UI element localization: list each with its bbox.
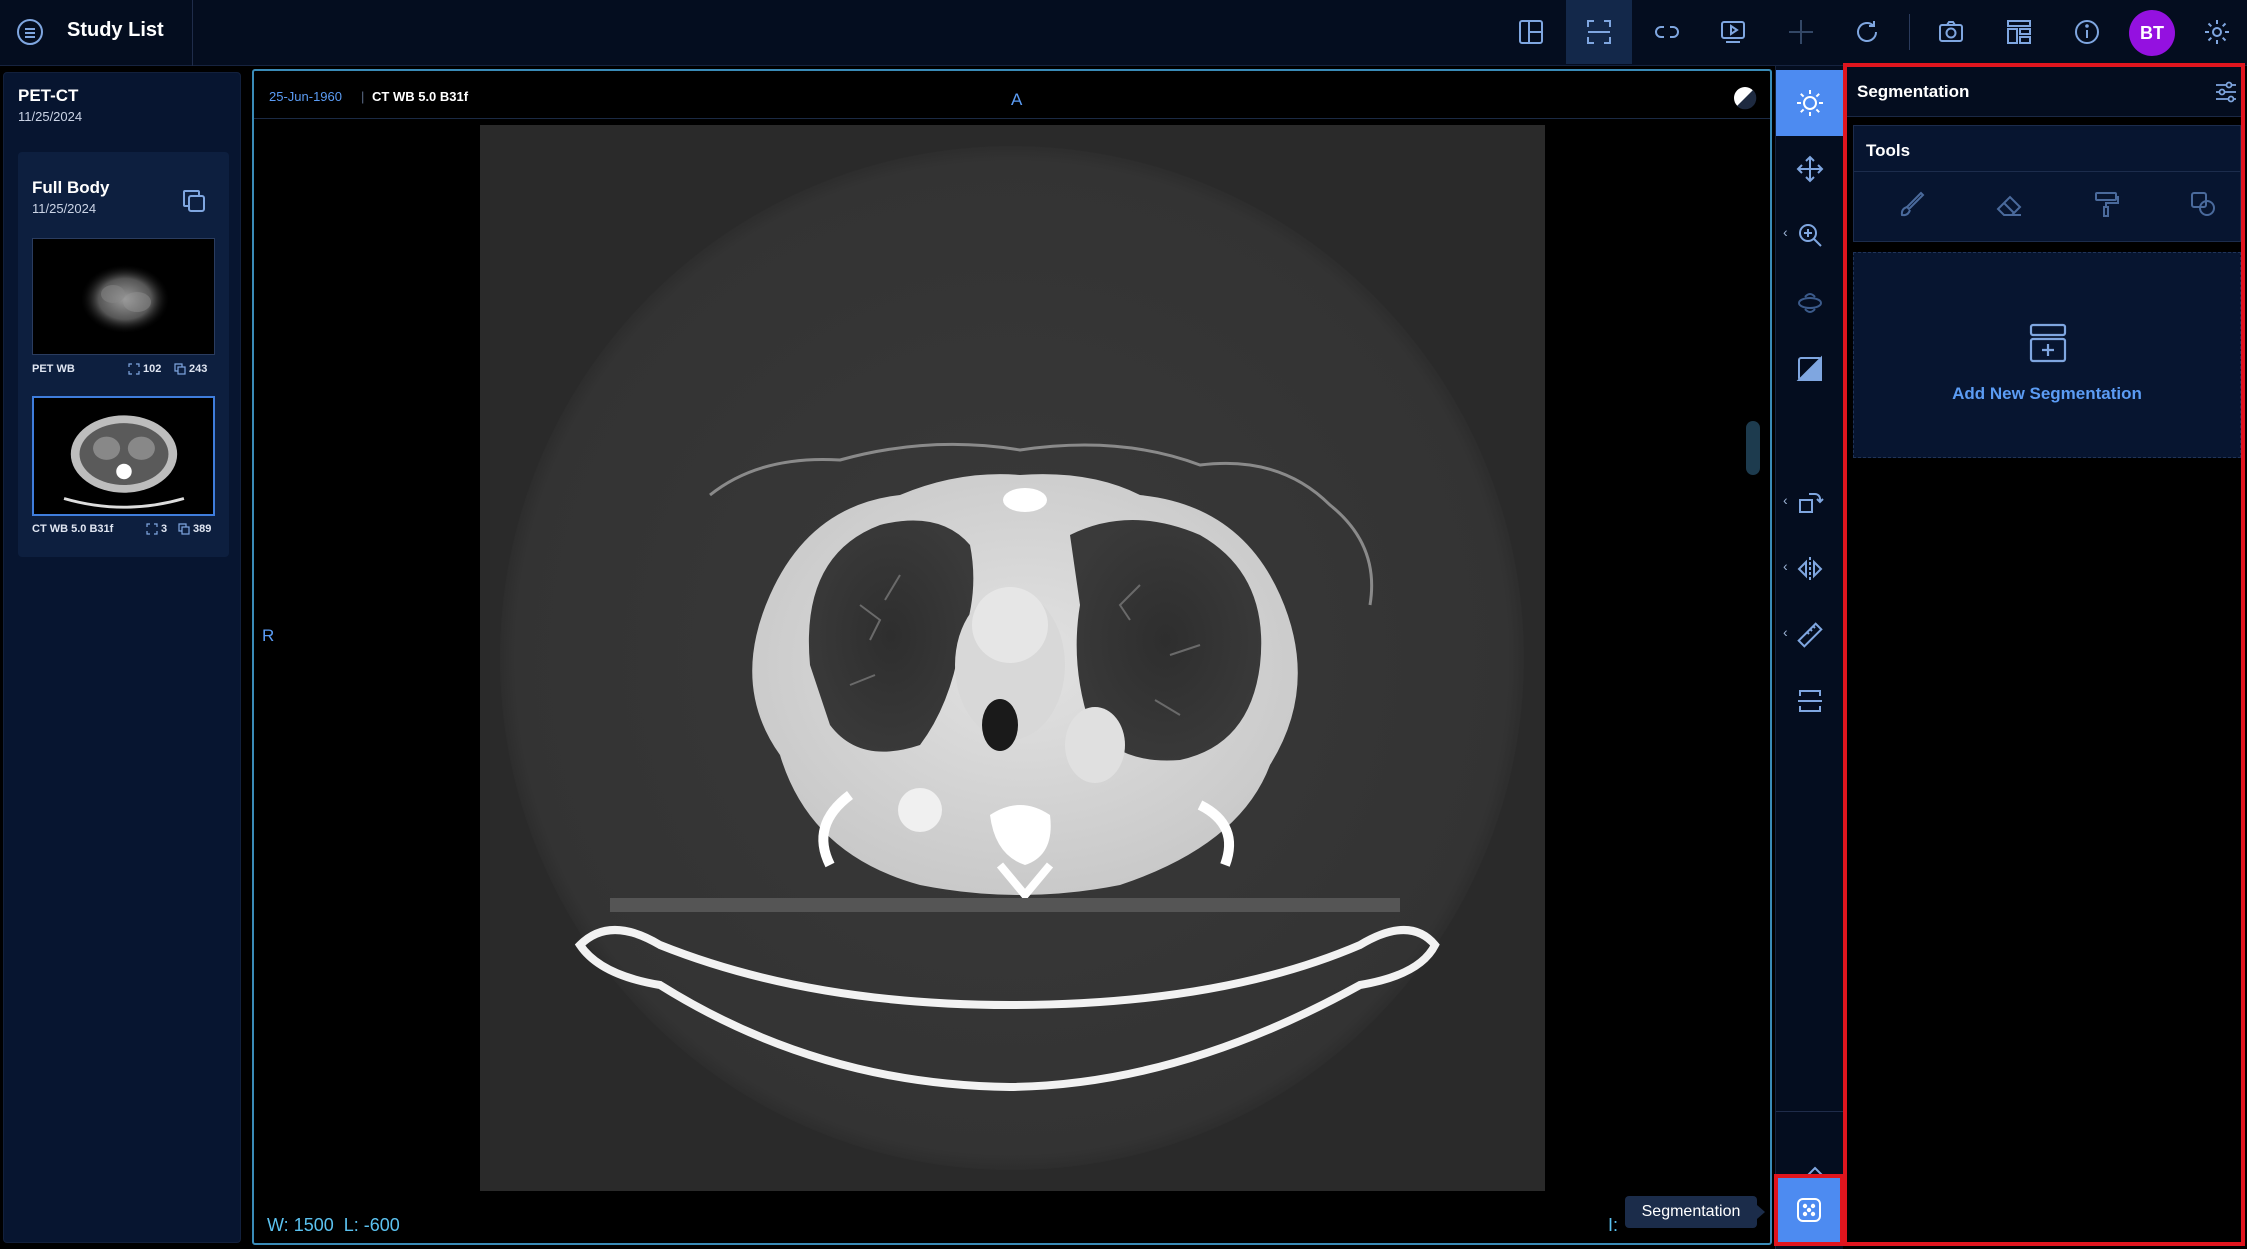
series-image-count: 243 bbox=[174, 363, 207, 375]
cine-icon[interactable] bbox=[1700, 0, 1766, 64]
tools-heading: Tools bbox=[1866, 141, 1911, 160]
paint-fill-icon[interactable] bbox=[2088, 186, 2124, 222]
top-bar: Study List BT bbox=[0, 0, 2247, 66]
avatar[interactable]: BT bbox=[2129, 10, 2175, 56]
window-value: 1500 bbox=[293, 1215, 334, 1235]
crosshair-icon[interactable] bbox=[1768, 0, 1834, 64]
scroll-icon bbox=[128, 363, 140, 375]
image-index-readout: I: bbox=[1608, 1215, 1619, 1235]
eraser-icon[interactable] bbox=[1991, 186, 2027, 222]
home-icon[interactable] bbox=[12, 14, 48, 50]
level-value: -600 bbox=[363, 1215, 400, 1235]
window-level-icon[interactable] bbox=[1776, 336, 1844, 402]
series-images: 243 bbox=[189, 363, 208, 375]
pan-icon[interactable] bbox=[1776, 136, 1844, 202]
series-thumbnail-pet[interactable] bbox=[32, 238, 215, 355]
segmentation-panel-title: Segmentation bbox=[1857, 82, 1970, 101]
add-segmentation-icon bbox=[2029, 323, 2067, 363]
series-instance-count: 3 bbox=[146, 523, 167, 535]
add-new-segmentation-label: Add New Segmentation bbox=[1952, 384, 2142, 403]
divider bbox=[192, 0, 193, 66]
scroll-icon bbox=[146, 523, 158, 535]
settings-icon[interactable] bbox=[2184, 0, 2247, 64]
divider bbox=[1909, 14, 1910, 50]
divider bbox=[1854, 171, 2240, 172]
brightness-icon[interactable] bbox=[1776, 70, 1844, 136]
separator: | bbox=[361, 89, 365, 104]
camera-icon[interactable] bbox=[1918, 0, 1984, 64]
segmentation-button[interactable] bbox=[1774, 1174, 1844, 1246]
series-instance-count: 102 bbox=[128, 363, 161, 375]
orientation-marker-left: R bbox=[262, 626, 275, 645]
study-list-title[interactable]: Study List bbox=[67, 19, 164, 42]
tool-strip: ‹ ‹ ‹ ‹ bbox=[1775, 66, 1844, 1249]
study-panel: PET-CT 11/25/2024 Full Body 11/25/2024 P… bbox=[0, 66, 245, 1249]
measure-icon[interactable] bbox=[1776, 602, 1844, 668]
viewport-study-date: 25-Jun-1960 bbox=[269, 89, 342, 104]
stack-icon bbox=[178, 523, 190, 535]
viewport-series-description: CT WB 5.0 B31f bbox=[372, 89, 469, 104]
reference-lines-icon[interactable] bbox=[1776, 668, 1844, 734]
copy-icon[interactable] bbox=[179, 186, 209, 216]
series-images: 389 bbox=[193, 523, 212, 535]
segmentation-icon bbox=[1797, 1198, 1821, 1222]
series-group-date: 11/25/2024 bbox=[32, 201, 97, 216]
viewport-scrollbar[interactable] bbox=[1746, 421, 1760, 475]
series-group-title: Full Body bbox=[32, 178, 110, 197]
series-label: CT WB 5.0 B31f bbox=[32, 523, 114, 535]
window-label: W: bbox=[267, 1215, 289, 1235]
window-level-readout: W: 1500 L: -600 bbox=[267, 1215, 400, 1236]
segmentation-tools: Tools bbox=[1853, 125, 2241, 242]
contrast-icon[interactable] bbox=[1732, 85, 1758, 111]
study-card[interactable]: PET-CT 11/25/2024 Full Body 11/25/2024 P… bbox=[3, 72, 241, 1243]
study-date: 11/25/2024 bbox=[18, 109, 83, 124]
ct-thumbnail-image bbox=[63, 415, 185, 509]
orientation-marker-top: A bbox=[1011, 90, 1023, 109]
segmentation-tooltip: Segmentation bbox=[1625, 1196, 1757, 1228]
series-group: Full Body 11/25/2024 PET WB 102 243 CT W… bbox=[18, 152, 229, 557]
shapes-icon[interactable] bbox=[2185, 186, 2221, 222]
layout-icon[interactable] bbox=[1498, 0, 1564, 64]
3d-rotate-icon[interactable] bbox=[1776, 270, 1844, 336]
ct-scan-image[interactable] bbox=[480, 125, 1545, 1191]
segmentation-panel-header: Segmentation bbox=[1847, 67, 2241, 117]
series-instances: 3 bbox=[161, 523, 168, 535]
series-image-count: 389 bbox=[178, 523, 211, 535]
panel-settings-icon[interactable] bbox=[2213, 79, 2239, 105]
segmentation-panel: Segmentation Tools Add New Segmentation bbox=[1843, 63, 2245, 1246]
link-icon[interactable] bbox=[1634, 0, 1700, 64]
zoom-icon[interactable] bbox=[1776, 202, 1844, 268]
series-thumbnail-ct[interactable] bbox=[32, 396, 215, 516]
stack-icon bbox=[174, 363, 186, 375]
viewport-scroll-icon[interactable] bbox=[1566, 0, 1632, 64]
divider bbox=[1776, 1111, 1844, 1112]
reset-icon[interactable] bbox=[1834, 0, 1900, 64]
rotate-icon[interactable] bbox=[1776, 470, 1844, 536]
flip-icon[interactable] bbox=[1776, 536, 1844, 602]
tooltip-arrow bbox=[1757, 1205, 1765, 1219]
add-new-segmentation-button[interactable]: Add New Segmentation bbox=[1853, 252, 2241, 458]
brush-icon[interactable] bbox=[1894, 186, 1930, 222]
level-label: L: bbox=[343, 1215, 359, 1235]
hanging-protocol-icon[interactable] bbox=[1986, 0, 2052, 64]
info-icon[interactable] bbox=[2054, 0, 2120, 64]
study-modality: PET-CT bbox=[18, 86, 79, 105]
image-viewport[interactable]: 25-Jun-1960 | CT WB 5.0 B31f A R W: 1500… bbox=[252, 69, 1772, 1245]
series-instances: 102 bbox=[143, 363, 162, 375]
pet-image bbox=[81, 265, 169, 333]
series-label: PET WB bbox=[32, 363, 75, 375]
